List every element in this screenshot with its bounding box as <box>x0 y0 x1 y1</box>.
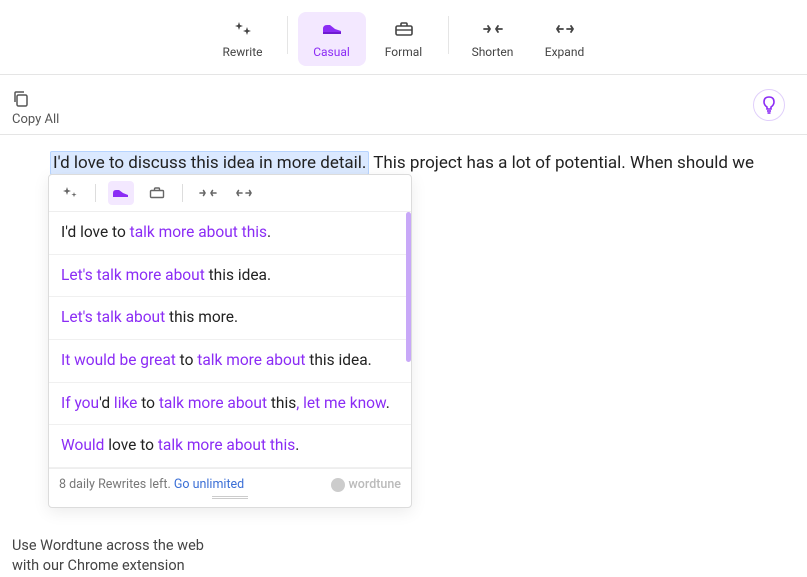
highlighted-text[interactable]: I'd love to discuss this idea in more de… <box>50 151 369 175</box>
copy-all-label: Copy All <box>12 112 59 127</box>
rewrite-label: Rewrite <box>222 45 262 59</box>
suggestion-item[interactable]: It would be great to talk more about thi… <box>49 340 411 383</box>
bulb-button[interactable] <box>753 89 785 121</box>
suggestion-item[interactable]: Let's talk about this more. <box>49 297 411 340</box>
casual-button[interactable]: Casual <box>298 12 366 66</box>
toolbar-separator <box>448 16 449 54</box>
formal-label: Formal <box>385 45 422 59</box>
popup-toolbar <box>49 175 411 212</box>
brand-label: wordtune <box>331 477 401 492</box>
casual-label: Casual <box>313 45 350 59</box>
suggestion-item[interactable]: If you'd like to talk more about this, l… <box>49 383 411 426</box>
top-toolbar: Rewrite Casual Formal Shorten Expand <box>0 0 807 75</box>
expand-label: Expand <box>545 45 584 59</box>
popup-formal-button[interactable] <box>144 181 170 205</box>
resize-handle[interactable] <box>212 496 248 499</box>
popup-separator <box>182 184 183 202</box>
popup-expand-button[interactable] <box>231 181 257 205</box>
expand-icon <box>554 19 576 39</box>
suggestion-item[interactable]: I'd love to talk more about this. <box>49 212 411 255</box>
copy-icon <box>12 90 30 108</box>
sneaker-icon <box>321 19 343 39</box>
suggestions-list: I'd love to talk more about this.Let's t… <box>49 212 411 468</box>
promo-text: Use Wordtune across the web with our Chr… <box>12 536 204 577</box>
popup-shorten-button[interactable] <box>195 181 221 205</box>
popup-separator <box>95 184 96 202</box>
scrollbar-thumb[interactable] <box>406 212 411 362</box>
shorten-label: Shorten <box>472 45 514 59</box>
promo-line1: Use Wordtune across the web <box>12 536 204 556</box>
bulb-icon <box>761 95 777 115</box>
toolbar-separator <box>287 16 288 54</box>
suggestion-item[interactable]: Would love to talk more about this. <box>49 425 411 468</box>
popup-casual-button[interactable] <box>108 181 134 205</box>
briefcase-icon <box>394 19 414 39</box>
shorten-icon <box>482 19 504 39</box>
shorten-button[interactable]: Shorten <box>459 12 527 66</box>
brand-icon <box>331 478 345 492</box>
popup-rewrite-button[interactable] <box>57 181 83 205</box>
expand-button[interactable]: Expand <box>531 12 599 66</box>
suggestions-popup: I'd love to talk more about this.Let's t… <box>48 174 412 508</box>
copy-all-button[interactable]: Copy All <box>12 90 59 127</box>
promo-line2: with our Chrome extension <box>12 556 204 576</box>
rewrites-left-text: 8 daily Rewrites left. Go unlimited <box>59 477 244 492</box>
formal-button[interactable]: Formal <box>370 12 438 66</box>
sparkle-icon <box>233 19 253 39</box>
suggestion-item[interactable]: Let's talk more about this idea. <box>49 255 411 298</box>
popup-footer: 8 daily Rewrites left. Go unlimited word… <box>49 468 411 507</box>
go-unlimited-link[interactable]: Go unlimited <box>174 477 244 492</box>
rewrite-button[interactable]: Rewrite <box>209 12 277 66</box>
sub-toolbar: Copy All <box>0 75 807 135</box>
